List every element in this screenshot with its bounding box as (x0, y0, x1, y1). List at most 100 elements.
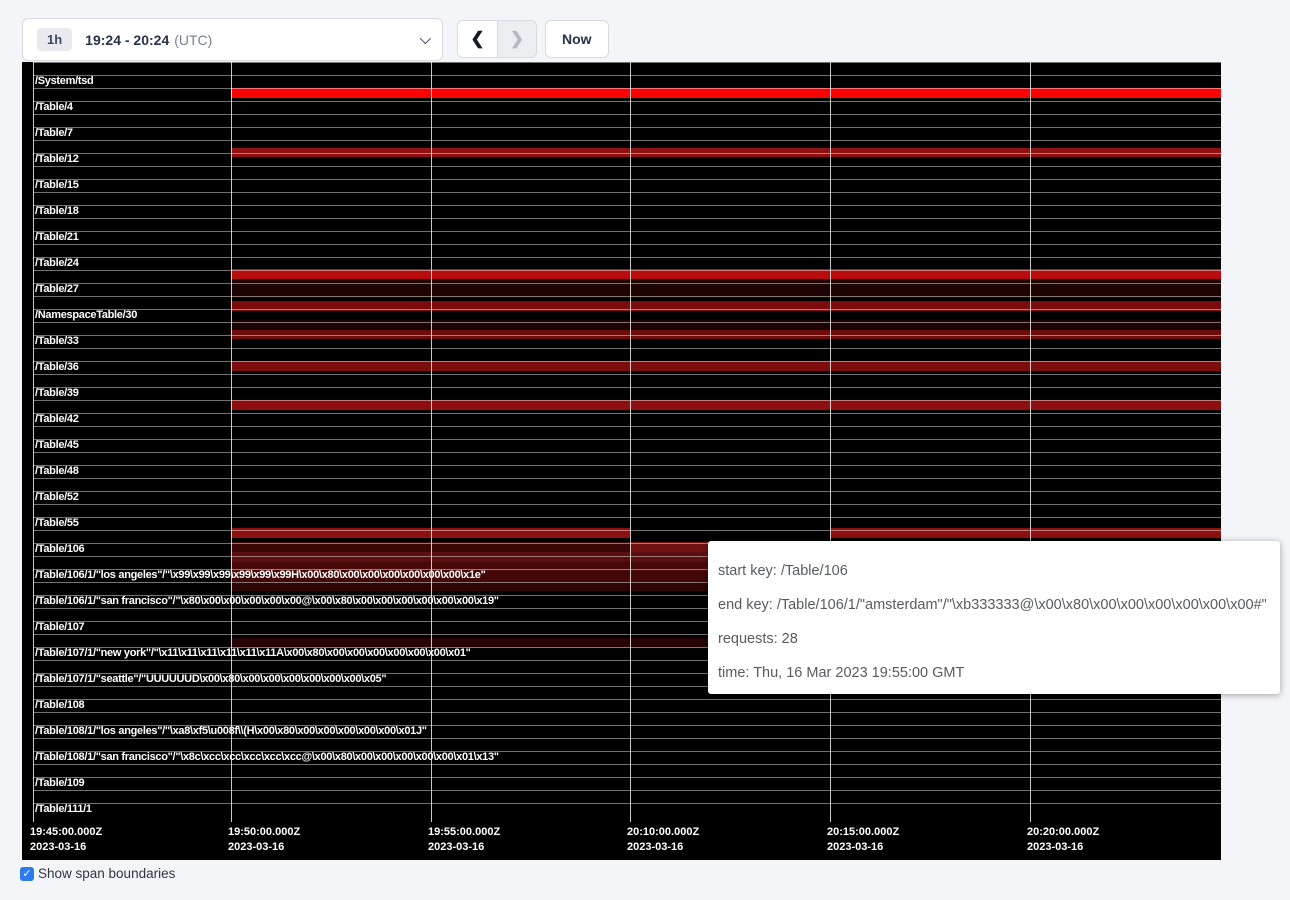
row-label: /Table/21 (35, 231, 79, 244)
show-span-boundaries-label: Show span boundaries (38, 866, 175, 881)
time-range-select[interactable]: 1h 19:24 - 20:24 (UTC) (22, 18, 443, 61)
row-boundary-line (33, 101, 1221, 102)
row-label: /Table/36 (35, 361, 79, 374)
x-axis-label: 20:10:00.000Z 2023-03-16 (627, 825, 699, 855)
row-label: /Table/15 (35, 179, 79, 192)
row-boundary-line (33, 153, 1221, 154)
row-boundary-line (33, 361, 1221, 362)
row-boundary-line (33, 205, 1221, 206)
row-boundary-line (33, 699, 1221, 700)
x-axis-label: 20:15:00.000Z 2023-03-16 (827, 825, 899, 855)
row-boundary-line (33, 777, 1221, 778)
row-boundary-line (33, 322, 1221, 323)
row-boundary-line (33, 218, 1221, 219)
row-boundary-line (33, 296, 1221, 297)
show-span-boundaries-checkbox[interactable]: ✓ (20, 867, 34, 881)
row-label: /Table/107/1/"new york"/"\x11\x11\x11\x1… (35, 647, 471, 660)
row-boundary-line (33, 439, 1221, 440)
row-label: /Table/107 (35, 621, 84, 634)
row-boundary-line (33, 504, 1221, 505)
duration-badge: 1h (37, 28, 72, 51)
prev-time-button[interactable]: ❮ (458, 21, 497, 57)
row-boundary-line (33, 530, 1221, 531)
next-time-button[interactable]: ❯ (497, 21, 536, 57)
row-label: /Table/108/1/"san francisco"/"\x8c\xcc\x… (35, 751, 499, 764)
row-label: /Table/39 (35, 387, 79, 400)
row-boundary-line (33, 244, 1221, 245)
row-label: /Table/42 (35, 413, 79, 426)
time-range-text: 19:24 - 20:24 (85, 32, 169, 48)
row-label: /Table/106/1/"san francisco"/"\x80\x00\x… (35, 595, 499, 608)
tooltip-end-key: end key: /Table/106/1/"amsterdam"/"\xb33… (718, 588, 1280, 622)
row-label: /Table/24 (35, 257, 79, 270)
key-visualizer-heatmap[interactable]: /System/tsd/Table/4/Table/7/Table/12/Tab… (22, 62, 1221, 860)
time-gridline (1030, 62, 1031, 822)
chevron-left-icon: ❮ (470, 29, 484, 49)
tooltip-requests: requests: 28 (718, 622, 1280, 656)
heatmap-band (231, 88, 1221, 98)
x-axis-label: 19:55:00.000Z 2023-03-16 (428, 825, 500, 855)
row-boundary-line (33, 88, 1221, 89)
time-gridline (231, 62, 232, 822)
row-boundary-line (33, 309, 1221, 310)
row-boundary-line (33, 517, 1221, 518)
row-label: /Table/106/1/"los angeles"/"\x99\x99\x99… (35, 569, 486, 582)
row-label: /Table/4 (35, 101, 73, 114)
row-label: /Table/111/1 (35, 803, 92, 816)
row-label: /Table/7 (35, 127, 73, 140)
time-gridline (830, 62, 831, 822)
row-label: /Table/45 (35, 439, 79, 452)
row-label: /System/tsd (35, 75, 93, 88)
row-boundary-line (33, 400, 1221, 401)
chevron-down-icon (420, 32, 431, 43)
row-boundary-line (33, 179, 1221, 180)
now-button[interactable]: Now (545, 20, 609, 58)
row-boundary-line (33, 335, 1221, 336)
row-boundary-line (33, 166, 1221, 167)
row-boundary-line (33, 413, 1221, 414)
row-label: /Table/48 (35, 465, 79, 478)
row-label: /Table/109 (35, 777, 84, 790)
row-boundary-line (33, 270, 1221, 271)
chevron-right-icon: ❯ (510, 29, 524, 49)
row-boundary-line (33, 348, 1221, 349)
row-boundary-line (33, 192, 1221, 193)
row-boundary-line (33, 75, 1221, 76)
row-label: /Table/106 (35, 543, 84, 556)
x-axis-label: 19:45:00.000Z 2023-03-16 (30, 825, 102, 855)
row-boundary-line (33, 127, 1221, 128)
show-span-boundaries-toggle[interactable]: ✓ Show span boundaries (20, 866, 175, 881)
row-boundary-line (33, 257, 1221, 258)
hover-tooltip: start key: /Table/106 end key: /Table/10… (708, 541, 1280, 694)
row-boundary-line (33, 231, 1221, 232)
row-label: /Table/12 (35, 153, 79, 166)
row-boundary-line (33, 114, 1221, 115)
row-label: /Table/107/1/"seattle"/"UUUUUUD\x00\x80\… (35, 673, 386, 686)
row-boundary-line (33, 491, 1221, 492)
row-boundary-line (33, 712, 1221, 713)
time-nav-group: ❮ ❯ (457, 20, 537, 58)
row-boundary-line (33, 803, 1221, 804)
x-axis-label: 20:20:00.000Z 2023-03-16 (1027, 825, 1099, 855)
row-boundary-line (33, 374, 1221, 375)
time-gridline (431, 62, 432, 822)
row-boundary-line (33, 283, 1221, 284)
heatmap-band (231, 400, 1221, 410)
row-boundary-line (33, 764, 1221, 765)
row-boundary-line (33, 62, 1221, 63)
heatmap-band (231, 361, 1221, 371)
row-label: /Table/55 (35, 517, 79, 530)
row-boundary-line (33, 478, 1221, 479)
row-label: /Table/108/1/"los angeles"/"\xa8\xf5\u00… (35, 725, 427, 738)
row-boundary-line (33, 387, 1221, 388)
row-boundary-line (33, 738, 1221, 739)
tooltip-time: time: Thu, 16 Mar 2023 19:55:00 GMT (718, 656, 1280, 690)
row-boundary-line (33, 452, 1221, 453)
row-label: /Table/108 (35, 699, 84, 712)
row-boundary-line (33, 426, 1221, 427)
row-label: /Table/18 (35, 205, 79, 218)
time-gridline (630, 62, 631, 822)
row-label: /Table/52 (35, 491, 79, 504)
row-label: /NamespaceTable/30 (35, 309, 137, 322)
row-boundary-line (33, 790, 1221, 791)
